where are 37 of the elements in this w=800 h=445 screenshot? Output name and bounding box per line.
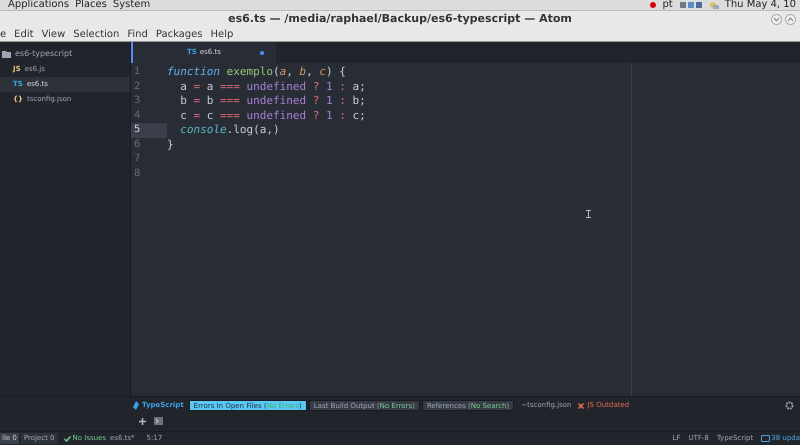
menu-item[interactable]: Selection [73, 27, 120, 42]
code-line: } [167, 138, 174, 150]
keyboard-layout[interactable]: pt [662, 0, 673, 10]
window-title: es6.ts — /media/raphael/Backup/es6-typescript — Atom [228, 11, 572, 28]
chevron-up-icon [787, 17, 794, 22]
code-line: c = c === undefined ? 1 : c; [179, 108, 366, 122]
menu-item[interactable]: View [42, 27, 66, 42]
code-line: a = a === undefined ? 1 : a; [179, 80, 366, 92]
line-number: 7 [133, 152, 142, 166]
minimize-button[interactable] [771, 14, 782, 25]
maximize-button[interactable] [785, 14, 796, 25]
folder-icon [2, 50, 11, 58]
text-cursor-icon [586, 210, 591, 218]
line-number: 1 [133, 65, 142, 79]
menu-item[interactable]: Packages [156, 27, 203, 42]
line-number: 2 [133, 80, 142, 94]
line-number: 5 [131, 123, 167, 138]
typescript-logo-icon [133, 401, 139, 410]
menu-item[interactable]: e [0, 27, 6, 42]
line-number: 3 [133, 94, 142, 108]
line-number: 4 [133, 108, 142, 122]
line-number: 8 [133, 166, 142, 180]
line-number: 6 [133, 138, 142, 152]
error-icon [578, 402, 584, 408]
check-icon [64, 436, 71, 442]
code-line: b = b === undefined ? 1 : b; [179, 94, 366, 107]
code-line: function exemplo(a, b, c) { [167, 65, 346, 78]
menu-item[interactable]: Help [210, 27, 234, 42]
menu-item[interactable]: Edit [14, 27, 34, 42]
plus-icon[interactable] [139, 418, 146, 424]
code-line: console.log(a,) [179, 123, 280, 136]
project-folder[interactable]: es6-typescript [15, 48, 72, 60]
settings-icon[interactable] [785, 401, 794, 410]
package-icon[interactable] [761, 435, 770, 442]
chevron-down-icon [773, 17, 780, 22]
menu-item[interactable]: Find [127, 27, 148, 42]
terminal-icon[interactable] [154, 417, 163, 425]
